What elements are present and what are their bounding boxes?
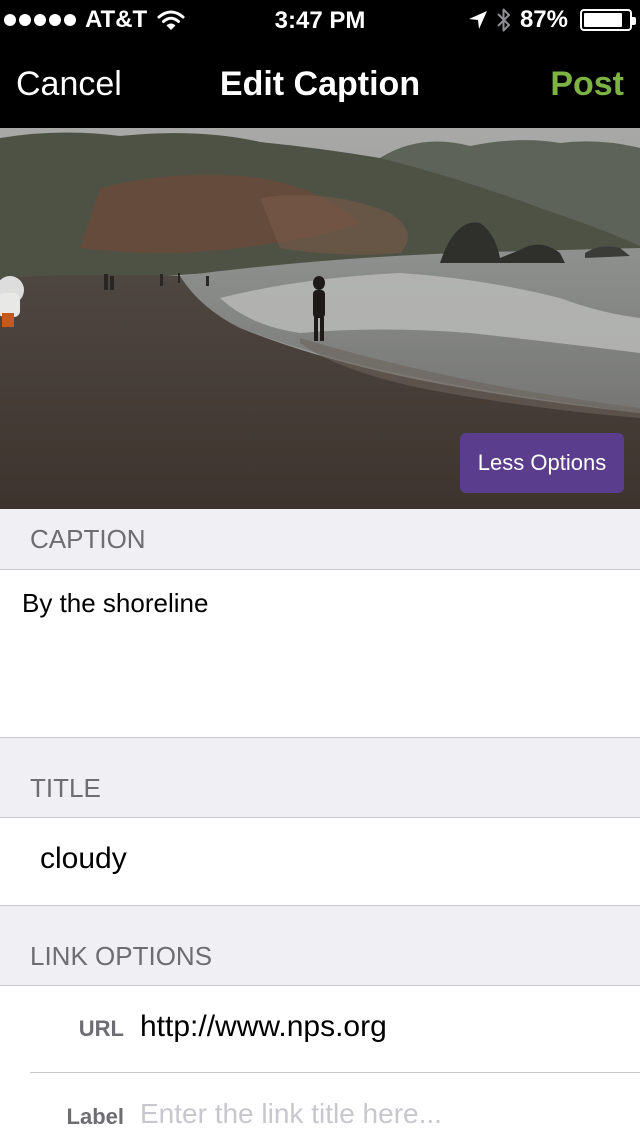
title-value: cloudy [40, 842, 127, 875]
url-field[interactable]: http://www.nps.org [140, 1010, 387, 1044]
status-right: 87% [468, 6, 636, 34]
navigation-bar: Cancel Edit Caption Post [0, 40, 640, 128]
status-bar: AT&T 3:47 PM 87% [0, 0, 640, 40]
less-options-button[interactable]: Less Options [460, 433, 624, 493]
caption-section-header: CAPTION [0, 509, 640, 570]
url-label: URL [78, 1016, 124, 1041]
title-field[interactable]: cloudy [0, 818, 640, 905]
location-arrow-icon [468, 11, 487, 29]
cancel-button[interactable]: Cancel [16, 40, 122, 128]
link-options-section-header: LINK OPTIONS [0, 905, 640, 986]
caption-text: By the shoreline [22, 588, 209, 618]
battery-percentage: 87% [519, 6, 568, 33]
label-label: Label [66, 1104, 124, 1129]
label-row[interactable]: Label [0, 1073, 640, 1136]
link-title-input[interactable] [140, 1098, 620, 1130]
battery-level-fill [584, 13, 623, 27]
title-section-header: TITLE [0, 737, 640, 818]
caption-text-area[interactable]: By the shoreline [0, 570, 640, 737]
bluetooth-icon [497, 8, 510, 32]
battery-icon [580, 9, 636, 31]
url-row[interactable]: URL http://www.nps.org [0, 986, 640, 1073]
photo-preview: Less Options [0, 128, 640, 509]
post-button[interactable]: Post [550, 40, 624, 128]
